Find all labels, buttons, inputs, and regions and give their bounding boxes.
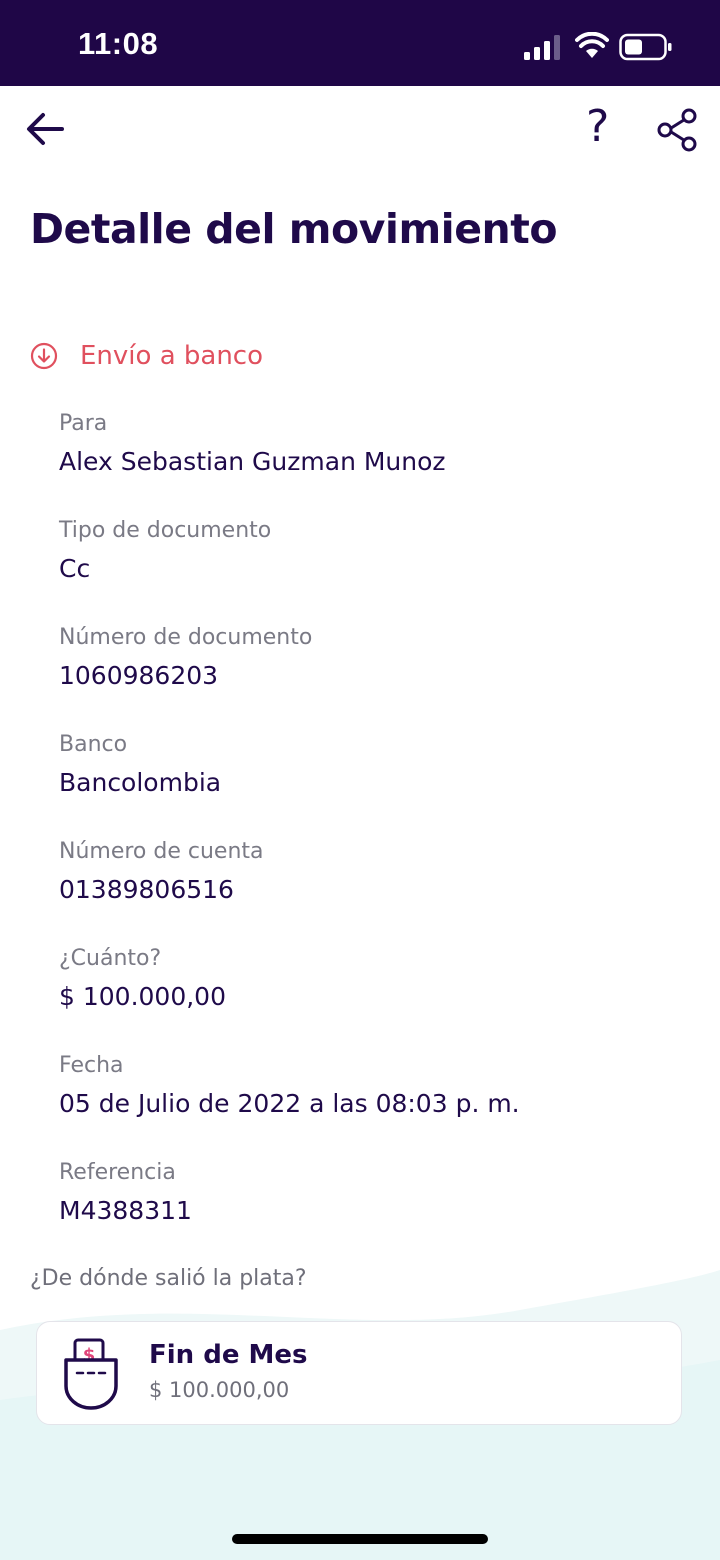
wifi-icon bbox=[575, 32, 609, 58]
page-title: Detalle del movimiento bbox=[30, 205, 558, 253]
toolbar: ? bbox=[0, 86, 720, 176]
source-question: ¿De dónde salió la plata? bbox=[30, 1266, 307, 1291]
field-value: $ 100.000,00 bbox=[59, 982, 226, 1011]
back-arrow-icon[interactable] bbox=[24, 108, 66, 150]
field-bank: Banco Bancolombia bbox=[59, 729, 699, 836]
field-label: Número de documento bbox=[59, 625, 313, 650]
field-value: Alex Sebastian Guzman Munoz bbox=[59, 447, 446, 476]
help-icon[interactable]: ? bbox=[586, 102, 609, 152]
field-recipient: Para Alex Sebastian Guzman Munoz bbox=[59, 408, 699, 515]
field-value: 05 de Julio de 2022 a las 08:03 p. m. bbox=[59, 1089, 520, 1118]
home-indicator bbox=[232, 1534, 488, 1544]
field-value: 01389806516 bbox=[59, 875, 234, 904]
details-list: Para Alex Sebastian Guzman Munoz Tipo de… bbox=[59, 408, 699, 1264]
field-value: Cc bbox=[59, 554, 91, 583]
arrow-down-circle-icon bbox=[30, 342, 58, 370]
field-label: Para bbox=[59, 411, 108, 436]
movement-type: Envío a banco bbox=[30, 338, 263, 374]
share-icon[interactable] bbox=[656, 108, 698, 152]
field-reference: Referencia M4388311 bbox=[59, 1157, 699, 1264]
field-account-number: Número de cuenta 01389806516 bbox=[59, 836, 699, 943]
field-value: Bancolombia bbox=[59, 768, 222, 797]
signal-icon bbox=[524, 35, 560, 60]
field-label: ¿Cuánto? bbox=[59, 946, 162, 971]
field-label: Tipo de documento bbox=[59, 518, 272, 543]
field-label: Referencia bbox=[59, 1160, 176, 1185]
field-label: Banco bbox=[59, 732, 128, 757]
field-document-number: Número de documento 1060986203 bbox=[59, 622, 699, 729]
field-date: Fecha 05 de Julio de 2022 a las 08:03 p.… bbox=[59, 1050, 699, 1157]
field-value: M4388311 bbox=[59, 1196, 192, 1225]
pocket-name: Fin de Mes bbox=[149, 1340, 308, 1370]
movement-type-label: Envío a banco bbox=[80, 341, 264, 371]
status-time: 11:08 bbox=[78, 26, 159, 61]
field-label: Fecha bbox=[59, 1053, 124, 1078]
pocket-money-icon: $ bbox=[64, 1338, 118, 1410]
field-document-type: Tipo de documento Cc bbox=[59, 515, 699, 622]
source-pocket-card[interactable]: $ Fin de Mes $ 100.000,00 bbox=[36, 1321, 682, 1425]
field-amount: ¿Cuánto? $ 100.000,00 bbox=[59, 943, 699, 1050]
field-value: 1060986203 bbox=[59, 661, 219, 690]
status-bar: 11:08 bbox=[0, 0, 720, 86]
field-label: Número de cuenta bbox=[59, 839, 264, 864]
pocket-amount: $ 100.000,00 bbox=[149, 1378, 290, 1402]
battery-icon bbox=[619, 33, 672, 61]
